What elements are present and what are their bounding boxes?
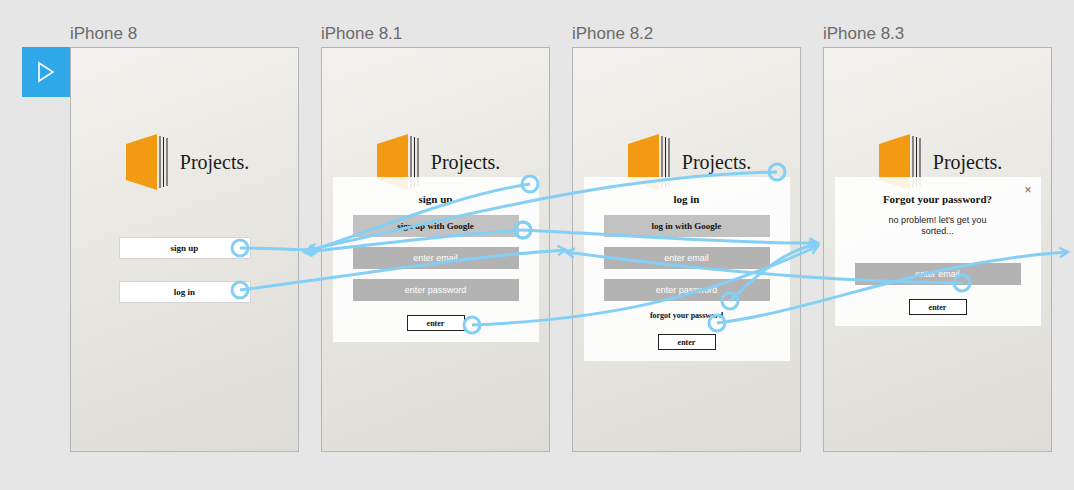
- play-button[interactable]: [22, 47, 70, 97]
- enter-button[interactable]: enter: [658, 334, 716, 350]
- artboard-label[interactable]: iPhone 8.1: [321, 24, 550, 47]
- artboard-row: iPhone 8 Projects. sign up log in iPhone 8.1…: [70, 24, 1052, 452]
- panel-subtitle: no problem! let's get you sorted...: [882, 215, 994, 237]
- input-field[interactable]: enter email: [353, 247, 519, 269]
- wire: [304, 230, 523, 252]
- artboard-frame[interactable]: Projects. sign up sign up with Google enter…: [321, 47, 550, 452]
- logo: Projects.: [126, 134, 249, 190]
- artboard-frame[interactable]: Projects. × Forgot your password? no proble…: [823, 47, 1052, 452]
- artboard: iPhone 8.2 Projects. log in log in with Goo…: [572, 24, 801, 452]
- wire-handle-icon[interactable]: [515, 222, 531, 238]
- design-canvas: iPhone 8 Projects. sign up log in iPhone 8.1…: [0, 0, 1074, 490]
- logo-text: Projects.: [933, 151, 1002, 174]
- artboard-label[interactable]: iPhone 8.3: [823, 24, 1052, 47]
- close-button[interactable]: ×: [1024, 183, 1031, 197]
- wire: [730, 244, 818, 301]
- wire-handle-icon[interactable]: [709, 315, 725, 331]
- artboard-frame[interactable]: Projects. log in log in with Google enter e…: [572, 47, 801, 452]
- wire-handle-icon[interactable]: [232, 282, 248, 298]
- logo-text: Projects.: [682, 151, 751, 174]
- wire-handle-icon[interactable]: [515, 222, 531, 238]
- panel-title: Forgot your password?: [883, 193, 992, 205]
- wire-handle-icon[interactable]: [769, 164, 785, 180]
- welcome-buttons: sign up log in: [119, 237, 251, 303]
- play-icon: [36, 61, 56, 83]
- wire-handle-icon[interactable]: [722, 293, 738, 309]
- artboard: iPhone 8 Projects. sign up log in: [70, 24, 299, 452]
- panel-title: sign up: [419, 193, 453, 205]
- wire-handle-icon[interactable]: [464, 317, 480, 333]
- wire: [306, 184, 530, 252]
- enter-button[interactable]: enter: [407, 315, 465, 331]
- panel-title: log in: [674, 193, 700, 205]
- input-field[interactable]: enter password: [353, 279, 519, 301]
- google-button[interactable]: log in with Google: [604, 215, 770, 237]
- prototype-wires: [0, 0, 1074, 490]
- wire: [566, 252, 962, 283]
- logo-text: Projects.: [431, 151, 500, 174]
- artboard-frame[interactable]: Projects. sign up log in: [70, 47, 299, 452]
- wire: [717, 252, 1068, 323]
- wire: [240, 248, 318, 250]
- input-field[interactable]: enter password: [604, 279, 770, 301]
- wire: [472, 246, 818, 325]
- logo-text: Projects.: [180, 151, 249, 174]
- form-panel: sign up sign up with Google enter email ent…: [333, 177, 539, 342]
- wire: [308, 172, 777, 250]
- form-panel: log in log in with Google enter email enter…: [584, 177, 790, 361]
- wire-handle-icon[interactable]: [954, 275, 970, 291]
- artboard: iPhone 8.1 Projects. sign up sign up with G…: [321, 24, 550, 452]
- welcome-button[interactable]: sign up: [119, 237, 251, 259]
- form-panel: × Forgot your password? no problem! let's …: [835, 177, 1041, 326]
- enter-button[interactable]: enter: [909, 299, 967, 315]
- wire: [240, 250, 566, 290]
- artboard-label[interactable]: iPhone 8.2: [572, 24, 801, 47]
- google-button[interactable]: sign up with Google: [353, 215, 519, 237]
- artboard-label[interactable]: iPhone 8: [70, 24, 299, 47]
- artboard: iPhone 8.3 Projects. × Forgot your password…: [823, 24, 1052, 452]
- wire: [523, 230, 818, 243]
- input-field[interactable]: enter email: [604, 247, 770, 269]
- welcome-button[interactable]: log in: [119, 281, 251, 303]
- wire-handle-icon[interactable]: [522, 176, 538, 192]
- forgot-password-link[interactable]: forgot your password: [650, 311, 723, 320]
- book-logo-icon: [126, 134, 170, 190]
- input-field[interactable]: enter email: [855, 263, 1021, 285]
- wire-handle-icon[interactable]: [232, 240, 248, 256]
